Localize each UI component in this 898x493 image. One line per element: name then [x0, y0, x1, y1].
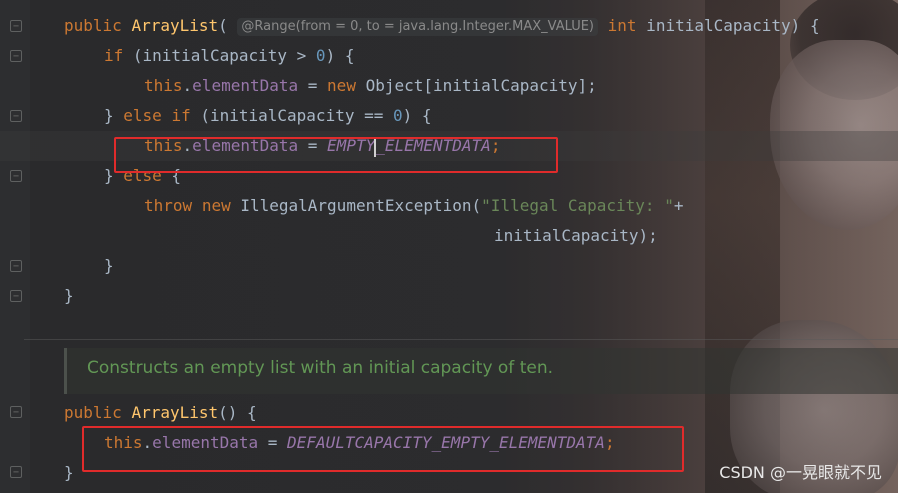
javadoc-text: Constructs an empty list with an initial… [87, 358, 553, 378]
code-line-3[interactable]: this.elementData = new Object[initialCap… [144, 75, 597, 97]
keyword: public [64, 403, 122, 422]
code-line-7[interactable]: throw new IllegalArgumentException("Ille… [144, 195, 683, 217]
keyword: public [64, 16, 122, 35]
code-text: + [673, 196, 684, 215]
code-text: initialCapacity) { [636, 16, 820, 35]
code-text: (initialCapacity > [123, 46, 316, 65]
code-text: } [64, 286, 74, 305]
rendered-javadoc[interactable]: Constructs an empty list with an initial… [64, 348, 898, 394]
code-text: ) { [325, 46, 355, 65]
keyword: if [104, 46, 124, 65]
code-line-2[interactable]: if (initialCapacity > 0) { [104, 45, 354, 67]
code-line-10[interactable]: } [64, 285, 74, 307]
code-line-13[interactable]: } [64, 462, 74, 484]
field-name: elementData [192, 76, 299, 95]
code-line-11[interactable]: public ArrayList() { [64, 402, 257, 424]
code-text: ( [218, 16, 228, 35]
keyword: else [123, 106, 162, 125]
code-text: } [104, 106, 124, 125]
code-text: (initialCapacity == [190, 106, 393, 125]
code-text: = [298, 76, 328, 95]
code-line-8[interactable]: initialCapacity); [494, 225, 658, 247]
code-text: ) { [402, 106, 432, 125]
keyword: throw [144, 196, 193, 215]
code-text: IllegalArgumentException( [230, 196, 482, 215]
keyword: this [144, 76, 183, 95]
code-line-4[interactable]: } else if (initialCapacity == 0) { [104, 105, 432, 127]
code-text: () { [218, 403, 257, 422]
keyword: int [607, 16, 637, 35]
annotation-box-empty-elementdata [114, 137, 558, 173]
method-name: ArrayList [131, 403, 219, 422]
keyword: if [171, 106, 191, 125]
keyword: new [201, 196, 231, 215]
method-separator [24, 339, 898, 340]
keyword: new [327, 76, 356, 95]
watermark: CSDN @一晃眼就不见 [719, 463, 882, 482]
parameter-hint: @Range(from = 0, to = java.lang.Integer.… [237, 18, 598, 36]
number-literal: 0 [315, 46, 326, 65]
code-editor[interactable]: public ArrayList( @Range(from = 0, to = … [0, 0, 898, 493]
number-literal: 0 [393, 106, 403, 125]
code-text: } [104, 256, 114, 275]
code-text: } [64, 463, 74, 482]
annotation-box-default-capacity [82, 426, 684, 472]
code-text: Object[initialCapacity]; [355, 76, 597, 95]
code-text: initialCapacity); [494, 226, 658, 245]
method-name: ArrayList [131, 16, 219, 35]
code-line-1[interactable]: public ArrayList( @Range(from = 0, to = … [64, 15, 820, 37]
string-literal: "Illegal Capacity: " [481, 196, 674, 215]
code-text: . [182, 76, 193, 95]
code-line-9[interactable]: } [104, 255, 114, 277]
